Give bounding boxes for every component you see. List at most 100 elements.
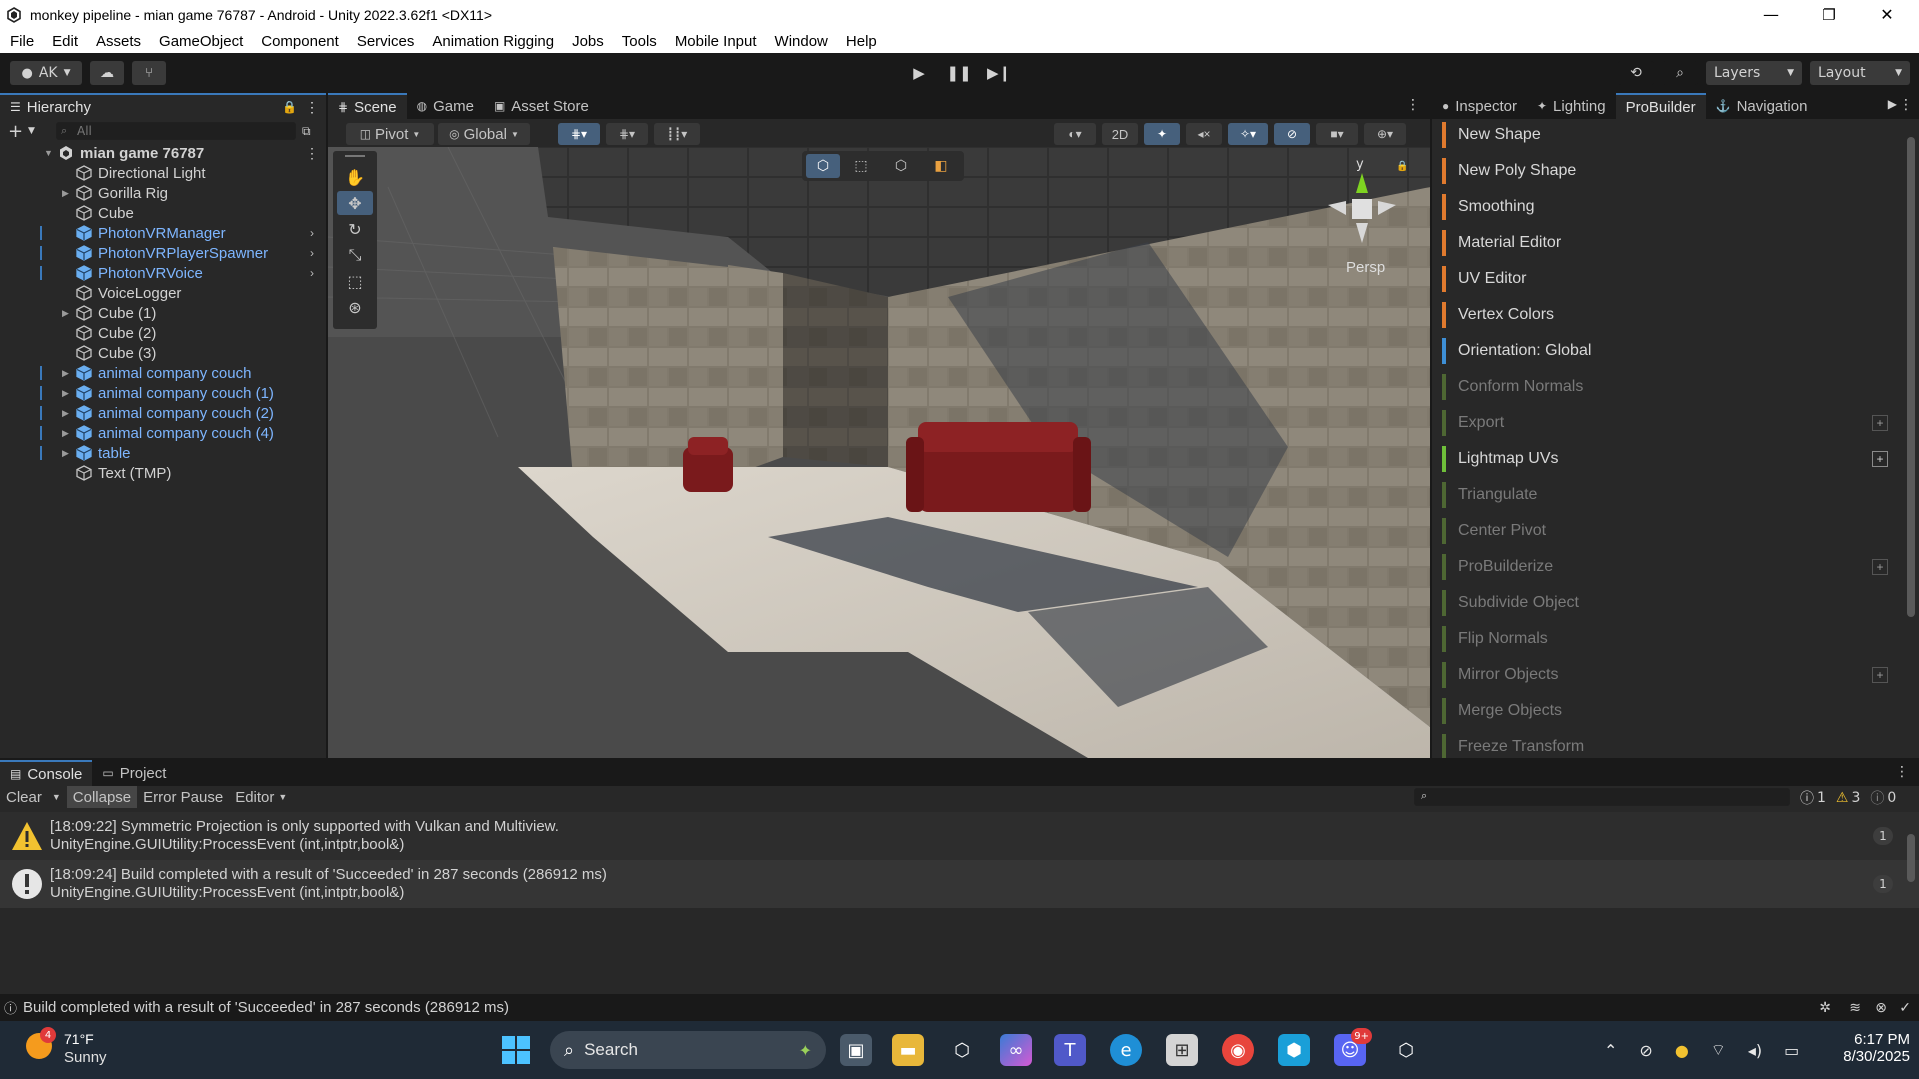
hierarchy-row[interactable]: PhotonVRPlayerSpawner ›: [0, 243, 326, 263]
maximize-button[interactable]: ❐: [1806, 0, 1852, 29]
wifi-icon[interactable]: ⌔: [1711, 1040, 1726, 1060]
prefab-open-chevron-icon[interactable]: ›: [310, 266, 314, 280]
hidden-objects-toggle[interactable]: ⊘: [1274, 123, 1310, 145]
tab-navigation[interactable]: ⚓ Navigation: [1706, 93, 1818, 119]
battery-icon[interactable]: ▭: [1784, 1041, 1799, 1060]
account-dropdown[interactable]: ● AK ▼: [10, 61, 82, 85]
status-message[interactable]: Build completed with a result of 'Succee…: [23, 999, 509, 1016]
global-dropdown[interactable]: ◎ Global ▼: [438, 123, 530, 145]
hierarchy-row[interactable]: ▶ Cube (1): [0, 303, 326, 323]
probuilder-action[interactable]: Orientation: Global: [1442, 337, 1832, 365]
hierarchy-row[interactable]: Cube (3): [0, 343, 326, 363]
log-entry[interactable]: [18:09:24] Build completed with a result…: [0, 860, 1919, 908]
probuilder-action[interactable]: UV Editor: [1442, 265, 1832, 293]
hierarchy-row[interactable]: ▶ animal company couch (4): [0, 423, 326, 443]
menu-tools[interactable]: Tools: [613, 33, 666, 50]
lock-icon[interactable]: 🔒: [1396, 161, 1408, 172]
discord-button[interactable]: ☺ 9+: [1334, 1028, 1372, 1066]
probuilder-scrollbar[interactable]: [1905, 123, 1917, 754]
probuilder-action[interactable]: Material Editor: [1442, 229, 1832, 257]
search-button[interactable]: ⌕: [1662, 61, 1698, 85]
move-tool[interactable]: ✥: [337, 191, 373, 215]
object-mode-button[interactable]: ⬡: [806, 154, 840, 178]
probuilder-action[interactable]: Triangulate: [1442, 481, 1832, 509]
hierarchy-row[interactable]: ▶ animal company couch (1): [0, 383, 326, 403]
expand-arrow-icon[interactable]: ▶: [62, 308, 74, 319]
palette-drag-handle[interactable]: [345, 155, 365, 157]
tab-overflow-icon[interactable]: ▶: [1888, 97, 1897, 111]
hand-tool[interactable]: ✋: [337, 165, 373, 189]
pause-button[interactable]: ❚❚: [942, 61, 976, 85]
probuilder-action[interactable]: Subdivide Object: [1442, 589, 1832, 617]
expand-arrow-icon[interactable]: ▶: [62, 368, 74, 379]
kebab-menu-icon[interactable]: ⋮: [1895, 764, 1909, 780]
start-button[interactable]: [500, 1034, 532, 1066]
face-mode-button[interactable]: ◧: [924, 154, 958, 178]
clear-button[interactable]: Clear: [0, 786, 48, 808]
tab-game[interactable]: ◍ Game: [407, 93, 484, 119]
grid-snap-toggle[interactable]: ⋕▾: [558, 123, 600, 145]
hierarchy-row[interactable]: Directional Light: [0, 163, 326, 183]
debug-icon[interactable]: ✲: [1819, 999, 1831, 1016]
menu-component[interactable]: Component: [252, 33, 348, 50]
editor-dropdown[interactable]: Editor ▼: [229, 786, 293, 808]
console-search-input[interactable]: ⌕: [1414, 788, 1790, 806]
error-pause-toggle[interactable]: Error Pause: [137, 786, 229, 808]
probuilder-action[interactable]: Mirror Objects +: [1442, 661, 1888, 689]
rotate-tool[interactable]: ↻: [337, 217, 373, 241]
probuilder-action[interactable]: New Shape: [1442, 121, 1832, 149]
hierarchy-row[interactable]: Text (TMP): [0, 463, 326, 483]
expand-arrow-icon[interactable]: ▶: [62, 388, 74, 399]
transform-tool[interactable]: ⊛: [337, 295, 373, 319]
edge-mode-button[interactable]: ⬡: [884, 154, 918, 178]
probuilder-action[interactable]: Vertex Colors: [1442, 301, 1832, 329]
tab-asset-store[interactable]: ▣ Asset Store: [484, 93, 599, 119]
play-button[interactable]: ▶: [902, 61, 936, 85]
layers-dropdown[interactable]: Layers ▼: [1706, 61, 1802, 85]
prefab-open-chevron-icon[interactable]: ›: [310, 226, 314, 240]
tab-console[interactable]: ▤ Console: [0, 760, 93, 786]
probuilder-action[interactable]: Lightmap UVs +: [1442, 445, 1888, 473]
collapse-toggle[interactable]: Collapse: [66, 786, 138, 808]
volume-icon[interactable]: ◂): [1748, 1041, 1762, 1060]
layers-icon[interactable]: ≋: [1849, 999, 1861, 1016]
store-button[interactable]: ⊞: [1166, 1034, 1198, 1066]
lighting-toggle[interactable]: ✦: [1144, 123, 1180, 145]
probuilder-action[interactable]: Conform Normals: [1442, 373, 1832, 401]
cloud-button[interactable]: ☁: [90, 61, 124, 85]
scrollbar-thumb[interactable]: [1907, 137, 1915, 617]
log-entry[interactable]: [18:09:22] Symmetric Projection is only …: [0, 812, 1919, 860]
tab-project[interactable]: ▭ Project: [92, 760, 176, 786]
hierarchy-row[interactable]: ▶ table: [0, 443, 326, 463]
clock[interactable]: 6:17 PM 8/30/2025: [1820, 1031, 1910, 1065]
file-explorer-button[interactable]: ▬: [892, 1034, 924, 1066]
gizmos-dropdown[interactable]: ⊕▾: [1364, 123, 1406, 145]
error-filter-toggle[interactable]: ⓘ 0: [1870, 788, 1896, 808]
tab-inspector[interactable]: ● Inspector: [1432, 93, 1527, 119]
hierarchy-row[interactable]: ▶ animal company couch: [0, 363, 326, 383]
info-filter-toggle[interactable]: ⓘ 1: [1800, 788, 1826, 808]
menu-help[interactable]: Help: [837, 33, 886, 50]
vertex-mode-button[interactable]: ⬚: [844, 154, 878, 178]
add-object-button[interactable]: +: [8, 121, 23, 142]
check-icon[interactable]: ✓: [1899, 999, 1911, 1016]
hierarchy-row[interactable]: PhotonVRVoice ›: [0, 263, 326, 283]
prefab-open-chevron-icon[interactable]: ›: [310, 246, 314, 260]
expand-arrow-icon[interactable]: ▶: [62, 428, 74, 439]
probuilder-action[interactable]: ProBuilderize +: [1442, 553, 1888, 581]
unity-editor-button[interactable]: ⬡: [1390, 1034, 1422, 1066]
menu-animation-rigging[interactable]: Animation Rigging: [423, 33, 563, 50]
options-plus-button[interactable]: +: [1872, 451, 1888, 467]
history-button[interactable]: ⟲: [1618, 61, 1654, 85]
expand-arrow-icon[interactable]: ▶: [62, 408, 74, 419]
menu-file[interactable]: File: [0, 33, 43, 50]
network-off-icon[interactable]: ⊘: [1639, 1041, 1652, 1060]
audio-toggle[interactable]: ◂×: [1186, 123, 1222, 145]
hierarchy-row[interactable]: Cube (2): [0, 323, 326, 343]
grid-visibility-dropdown[interactable]: ⋕▾: [606, 123, 648, 145]
chevron-up-icon[interactable]: ⌃: [1604, 1041, 1617, 1060]
2d-toggle[interactable]: 2D: [1102, 123, 1138, 145]
options-plus-button[interactable]: +: [1872, 559, 1888, 575]
task-view-button[interactable]: ▣: [840, 1034, 872, 1066]
pivot-dropdown[interactable]: ◫ Pivot ▼: [346, 123, 434, 145]
